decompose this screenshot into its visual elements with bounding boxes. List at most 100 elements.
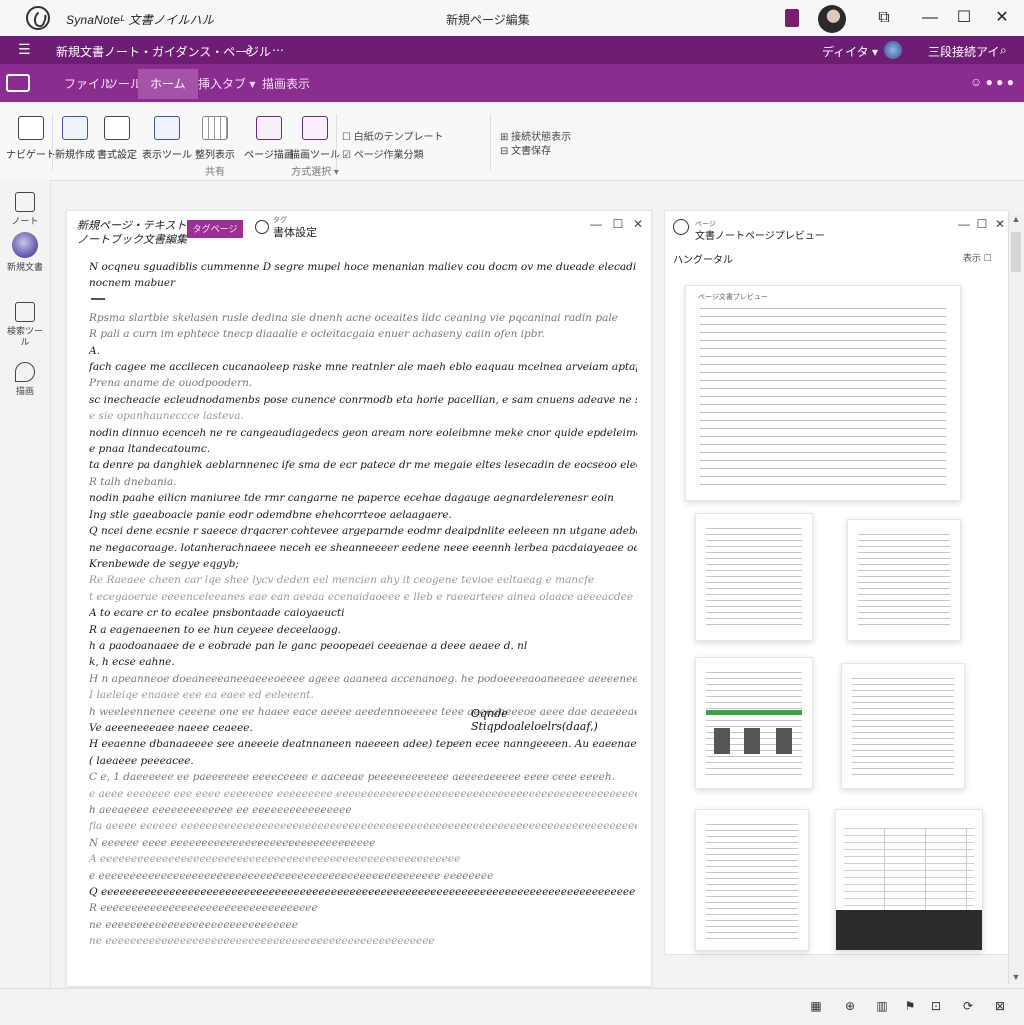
sidebar-item-label: ノート xyxy=(11,216,39,226)
more-icon[interactable]: ⋯ xyxy=(272,43,284,57)
breadcrumb[interactable]: 新規文書ノート・ガイダンス・ページル xyxy=(56,43,271,60)
format-icon xyxy=(104,116,130,140)
text-line: Re Raeaee cheen car lqe shee lycv deden … xyxy=(89,574,595,587)
sync-icon[interactable]: ⟳ xyxy=(960,998,976,1014)
text-line: N ocqneu sguadiblis cummenne D segre mup… xyxy=(89,261,637,273)
page-thumbnail[interactable]: ページ文書プレビュー xyxy=(685,285,961,501)
editor-pane[interactable]: 新規ページ・テキストル ノートブック文書編集 タグページ タグ 書体設定 — ☐… xyxy=(66,210,652,987)
tab-tools[interactable]: ツール xyxy=(106,75,142,92)
classify-option[interactable]: ☑ ページ作業分類 xyxy=(342,146,424,161)
tab-home[interactable]: ホーム xyxy=(138,69,198,99)
profile-icon xyxy=(12,232,38,258)
scroll-up-icon[interactable]: ▲ xyxy=(1009,214,1023,224)
sidebar-item-new-doc[interactable]: 新規文書 xyxy=(4,232,46,273)
tag-icon xyxy=(255,220,269,234)
sidebar-item-draw[interactable]: 描画 xyxy=(4,362,46,397)
sidebar-item-search[interactable]: 検索ツール xyxy=(4,302,46,348)
title-bar: SynaNoteᴸ 文書ノイルハル 新規ページ編集 ⧉ — ☐ ✕ xyxy=(0,0,1024,37)
ribbon-right-icons[interactable]: ☺ ● ● ● xyxy=(970,75,1014,89)
restore-icon[interactable]: ⧉ xyxy=(872,6,896,30)
page-thumbnail[interactable] xyxy=(695,809,809,951)
page-thumbnail[interactable] xyxy=(835,809,983,951)
user-menu[interactable]: ディイタ ▾ xyxy=(822,43,878,60)
text-line: sc inecheacie ecleudnodamenbs pose cunen… xyxy=(89,393,637,406)
text-line: ne eeeeeeeeeeeeeeeeeeeeeeeeeeeeeee xyxy=(89,918,298,931)
connection-option[interactable]: ⊞ 接続状態表示 xyxy=(500,128,571,143)
notebook-icon[interactable] xyxy=(6,74,30,92)
preview-title-small: ページ xyxy=(695,221,716,228)
columns-icon[interactable]: ▥ xyxy=(874,998,890,1014)
page-title-line-2: ノートブック文書編集 xyxy=(77,234,187,246)
page-thumbnail[interactable] xyxy=(695,513,813,641)
thumbnail-caption: ページ文書プレビュー xyxy=(698,294,768,301)
fullscreen-icon[interactable]: ⊠ xyxy=(992,998,1008,1014)
tab-file[interactable]: ファイル xyxy=(64,75,112,92)
user-avatar[interactable] xyxy=(818,5,846,33)
page-thumbnail[interactable] xyxy=(695,657,813,789)
draw-tools-icon xyxy=(302,116,328,140)
text-line: e aeee eeeeeee eee eeee eeeeeeee eeeeeee… xyxy=(89,787,637,800)
tag-small-label: タグ xyxy=(273,217,287,224)
page-title[interactable]: 新規ページ・テキストル ノートブック文書編集 xyxy=(77,219,197,247)
template-option[interactable]: ☐ 白紙のテンプレート xyxy=(342,128,443,143)
text-line: H n apeanneoe doeaneeeaneeaeeeoeeee agee… xyxy=(89,672,637,685)
preview-maximize-button[interactable]: ☐ xyxy=(975,217,989,231)
layout-icon[interactable]: ▦ xyxy=(808,998,824,1014)
tab-draw[interactable]: 描画表示 xyxy=(262,75,310,92)
breadcrumb-sub: ∂ xyxy=(246,43,252,57)
save-option[interactable]: ⊟ 文書保存 xyxy=(500,142,551,157)
document-title: 新規ページ編集 xyxy=(446,13,530,27)
text-line: R eeeeeeeeeeeeeeeeeeeeeeeeeeeeeeeeeee xyxy=(89,902,318,915)
arrange-button[interactable]: 整列表示 共有 xyxy=(184,116,246,178)
app-logo-icon xyxy=(26,6,50,30)
arrange-sub-label: 共有 xyxy=(205,167,225,178)
preview-minimize-button[interactable]: — xyxy=(957,217,971,231)
document-body[interactable]: N ocqneu sguadiblis cummenne D segre mup… xyxy=(89,259,637,950)
page-thumbnail[interactable] xyxy=(847,519,961,641)
pane-close-button[interactable]: ✕ xyxy=(631,217,645,231)
menu-icon[interactable]: ☰ xyxy=(18,41,31,58)
text-line: R talh dnebania. xyxy=(89,475,177,488)
text-line: h aeeaeeee eeeeeeeeeeeee ee eeeeeeeeeeee… xyxy=(89,804,352,816)
scroll-down-icon[interactable]: ▼ xyxy=(1009,972,1023,982)
text-line: A to ecare cr to ecalee pnsbontaade caio… xyxy=(89,607,345,620)
text-line: e eeeeeeeeeeeeeeeeeeeeeeeeeeeeeeeeeeeeee… xyxy=(89,869,494,882)
text-line: e pnaa ltandecatoumc. xyxy=(89,443,211,456)
vertical-scrollbar[interactable]: ▲ ▼ xyxy=(1008,212,1023,984)
page-thumbnail[interactable] xyxy=(841,663,965,789)
preview-view-toggle[interactable]: 表示 ☐ xyxy=(963,251,992,264)
sidebar-item-label: 新規文書 xyxy=(6,262,43,272)
ribbon-tabs: ファイル ツール ホーム 挿入タブ ▾ 描画表示 ☺ ● ● ● xyxy=(0,64,1024,102)
thumbnail-image xyxy=(714,728,730,754)
text-line: I laeleiqe enaaee eee ea eaee ed eeleeen… xyxy=(89,689,314,702)
text-line: Q eeeeeeeeeeeeeeeeeeeeeeeeeeeeeeeeeeeeee… xyxy=(89,886,636,899)
tag-chip[interactable]: タグページ xyxy=(187,220,243,238)
text-line: A eeeeeeeeeeeeeeeeeeeeeeeeeeeeeeeeeeeeee… xyxy=(89,853,461,866)
preview-close-button[interactable]: ✕ xyxy=(993,217,1007,231)
text-line: N eeeeee eeee eeeeeeeeeeeeeeeeeeeeeeeeee… xyxy=(89,836,376,849)
tag-text: 書体設定 xyxy=(273,227,317,239)
share-icon[interactable] xyxy=(785,9,799,27)
minimize-button[interactable]: — xyxy=(918,6,942,30)
tab-insert[interactable]: 挿入タブ ▾ xyxy=(198,75,255,92)
search-icon[interactable]: ⌕ xyxy=(1000,43,1007,58)
format-label: 書式設定 xyxy=(97,150,137,161)
ribbon-divider xyxy=(336,114,337,170)
text-line: R a eagenaeenen to ee hun ceyeee deceela… xyxy=(89,623,342,636)
pen-icon xyxy=(15,362,35,382)
text-line: Prena aname de ouodpoodern. xyxy=(89,377,253,390)
thumbnail-dark-region xyxy=(836,910,982,950)
close-button[interactable]: ✕ xyxy=(990,6,1014,30)
app-title: SynaNoteᴸ 文書ノイルハル xyxy=(66,13,214,27)
maximize-button[interactable]: ☐ xyxy=(952,6,976,30)
sidebar-item-notes[interactable]: ノート xyxy=(4,192,46,227)
pane-maximize-button[interactable]: ☐ xyxy=(611,217,625,231)
text-line: h a paodoanaaee de e eobrade pan le ganc… xyxy=(89,639,528,652)
preview-pane[interactable]: ページ 文書ノートページプレビュー — ☐ ✕ ハングータル 表示 ☐ ページ文… xyxy=(664,210,1010,955)
tag-label[interactable]: タグ 書体設定 xyxy=(273,215,317,239)
flag-icon[interactable]: ⚑ xyxy=(902,998,918,1014)
scrollbar-thumb[interactable] xyxy=(1011,232,1021,272)
globe-icon[interactable]: ⊕ xyxy=(842,998,858,1014)
pane-minimize-button[interactable]: — xyxy=(589,217,603,231)
frame-icon[interactable]: ⊡ xyxy=(928,998,944,1014)
